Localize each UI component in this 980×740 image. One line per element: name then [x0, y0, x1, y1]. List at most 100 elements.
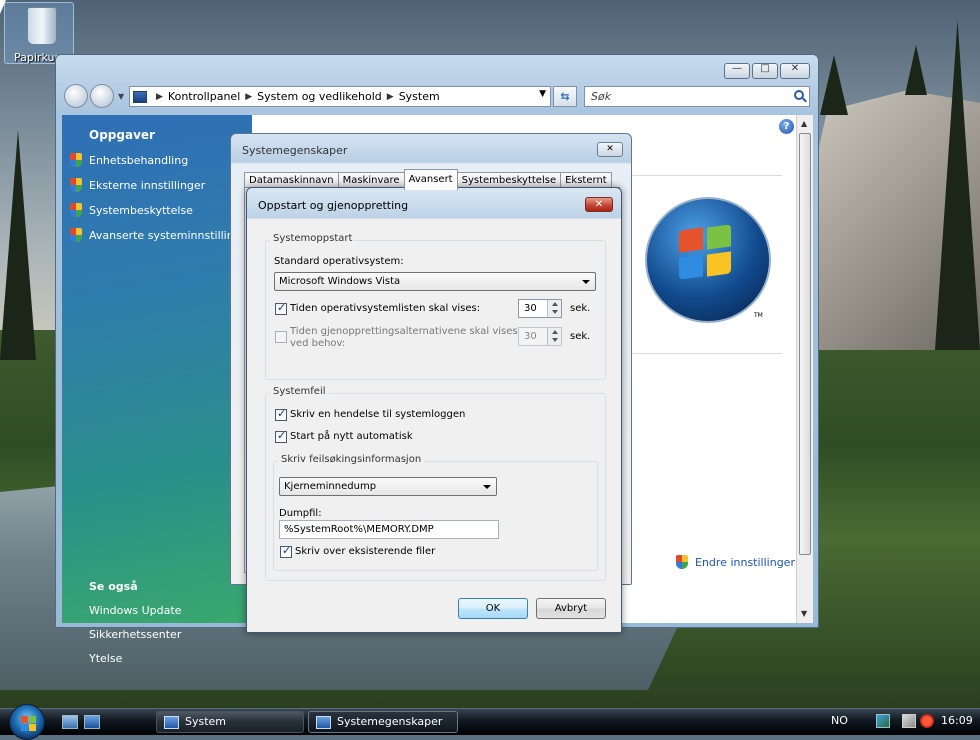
- vertical-scrollbar[interactable]: ▲ ▼: [796, 115, 813, 623]
- switch-windows-icon[interactable]: [84, 715, 100, 729]
- start-orb-flag-yellow: [29, 724, 36, 731]
- breadcrumb-system[interactable]: System: [399, 90, 440, 103]
- change-settings-link[interactable]: Endre innstillinger: [676, 555, 795, 569]
- chevron-down-icon: [483, 485, 491, 489]
- see-also-heading: Se også: [89, 580, 138, 593]
- breadcrumb-chevron-icon[interactable]: ▶: [245, 92, 252, 102]
- maximize-button[interactable]: □: [752, 63, 778, 79]
- start-orb-flag-blue: [21, 724, 28, 731]
- trademark-mark: TM: [754, 312, 763, 319]
- close-icon: ✕: [790, 63, 800, 74]
- window-controls: — □ ✕: [724, 63, 810, 79]
- show-os-list-seconds[interactable]: 30: [518, 299, 562, 318]
- search-icon[interactable]: [794, 90, 804, 100]
- volume-muted-icon[interactable]: [920, 714, 934, 728]
- spin-arrows-icon[interactable]: [547, 328, 561, 345]
- address-dropdown-icon[interactable]: ▼: [539, 89, 546, 99]
- spin-value: 30: [524, 331, 537, 342]
- taskbar-item-system[interactable]: System: [156, 711, 304, 733]
- group-label: Skriv feilsøkingsinformasjon: [278, 454, 425, 465]
- forward-button[interactable]: [90, 84, 114, 108]
- minimize-button[interactable]: —: [724, 63, 750, 79]
- show-recovery-checkbox[interactable]: [275, 331, 287, 343]
- dump-file-input[interactable]: %SystemRoot%\MEMORY.DMP: [279, 520, 499, 539]
- breadcrumb-chevron-icon[interactable]: ▶: [156, 92, 163, 102]
- task-label: Avanserte systeminnstillinger: [89, 228, 252, 242]
- close-button[interactable]: ✕: [780, 63, 810, 79]
- spin-value: 30: [524, 303, 537, 314]
- search-input[interactable]: Søk: [584, 86, 810, 107]
- show-recovery-label-cont: ved behov:: [290, 338, 346, 349]
- system-window-icon: [164, 716, 179, 729]
- uac-shield-icon: [70, 178, 82, 192]
- scroll-thumb[interactable]: [799, 133, 811, 555]
- address-bar[interactable]: ▶ Kontrollpanel ▶ System og vedlikehold …: [129, 86, 551, 107]
- auto-restart-checkbox[interactable]: [275, 429, 287, 443]
- link-security-center[interactable]: Sikkerhetssenter: [89, 628, 181, 641]
- start-orb-flag-green: [29, 716, 36, 723]
- task-remote-settings[interactable]: Eksterne innstillinger: [70, 178, 205, 192]
- tab-advanced[interactable]: Avansert: [403, 169, 458, 190]
- mouse-cursor-icon: [0, 0, 6, 14]
- close-button[interactable]: ✕: [585, 197, 613, 212]
- task-advanced-settings[interactable]: Avanserte systeminnstillinger: [70, 228, 252, 242]
- dialog-title: Oppstart og gjenoppretting: [258, 199, 409, 212]
- ok-button[interactable]: OK: [458, 598, 528, 619]
- language-indicator[interactable]: NO: [831, 714, 848, 727]
- task-pane: Oppgaver Enhetsbehandling Eksterne innst…: [62, 115, 252, 665]
- debug-type-select[interactable]: Kjerneminnedump: [279, 477, 497, 496]
- default-os-value: Microsoft Windows Vista: [279, 276, 401, 287]
- taskbar-item-system-properties[interactable]: Systemegenskaper: [308, 711, 458, 733]
- breadcrumb-control-panel[interactable]: Kontrollpanel: [168, 90, 240, 103]
- help-icon[interactable]: ?: [779, 119, 794, 134]
- refresh-icon: ⇆: [560, 90, 570, 103]
- default-os-select[interactable]: Microsoft Windows Vista: [274, 272, 596, 291]
- task-device-manager[interactable]: Enhetsbehandling: [70, 153, 188, 167]
- close-button[interactable]: ✕: [597, 142, 623, 157]
- connection-status-icon[interactable]: [902, 714, 916, 728]
- uac-shield-icon: [70, 203, 82, 217]
- task-system-protection[interactable]: Systembeskyttelse: [70, 203, 193, 217]
- scroll-up-icon[interactable]: ▲: [801, 119, 807, 128]
- write-event-checkbox[interactable]: [275, 407, 287, 421]
- show-recovery-seconds[interactable]: 30: [518, 327, 562, 346]
- spin-arrows-icon[interactable]: [547, 300, 561, 317]
- debug-type-value: Kjerneminnedump: [284, 481, 377, 492]
- tasks-heading: Oppgaver: [89, 128, 155, 142]
- start-orb-flag-red: [21, 716, 28, 723]
- show-recovery-label: Tiden gjenopprettingsalternativene skal …: [290, 326, 521, 337]
- breadcrumb-chevron-icon[interactable]: ▶: [387, 92, 394, 102]
- group-label: Systemoppstart: [270, 233, 356, 244]
- show-desktop-icon[interactable]: [62, 715, 78, 729]
- chevron-down-icon: [582, 280, 590, 284]
- refresh-button[interactable]: ⇆: [553, 86, 577, 107]
- uac-shield-icon: [676, 555, 688, 569]
- scroll-down-icon[interactable]: ▼: [801, 609, 807, 618]
- link-performance[interactable]: Ytelse: [89, 652, 122, 665]
- task-label: Systembeskyttelse: [89, 203, 193, 217]
- group-label: Systemfeil: [270, 386, 329, 397]
- link-windows-update[interactable]: Windows Update: [89, 604, 181, 617]
- recycle-bin-icon: [27, 7, 57, 45]
- back-button[interactable]: [64, 84, 88, 108]
- cancel-button[interactable]: Avbryt: [536, 598, 606, 619]
- clock[interactable]: 16:09: [941, 714, 973, 727]
- network-tray-icon[interactable]: [876, 714, 890, 728]
- overwrite-checkbox[interactable]: [280, 544, 292, 558]
- task-label: Enhetsbehandling: [89, 153, 189, 167]
- auto-restart-label: Start på nytt automatisk: [290, 431, 413, 442]
- show-os-list-label: Tiden operativsystemlisten skal vises:: [290, 303, 481, 314]
- uac-shield-icon: [70, 153, 82, 167]
- logo-flag-red: [679, 227, 703, 253]
- system-properties-icon: [316, 716, 331, 729]
- overwrite-label: Skriv over eksisterende filer: [295, 546, 436, 557]
- startup-recovery-dialog: Oppstart og gjenoppretting ✕ Systemoppst…: [246, 187, 622, 633]
- recent-pages-chevron-icon[interactable]: ▼: [118, 92, 124, 101]
- breadcrumb-system-maintenance[interactable]: System og vedlikehold: [257, 90, 382, 103]
- task-label: Eksterne innstillinger: [89, 178, 206, 192]
- taskbar-item-label: Systemegenskaper: [337, 715, 443, 728]
- show-os-list-checkbox[interactable]: [275, 301, 287, 315]
- close-icon: ✕: [606, 144, 614, 154]
- control-panel-icon: [133, 90, 147, 103]
- minimize-icon: —: [732, 63, 742, 74]
